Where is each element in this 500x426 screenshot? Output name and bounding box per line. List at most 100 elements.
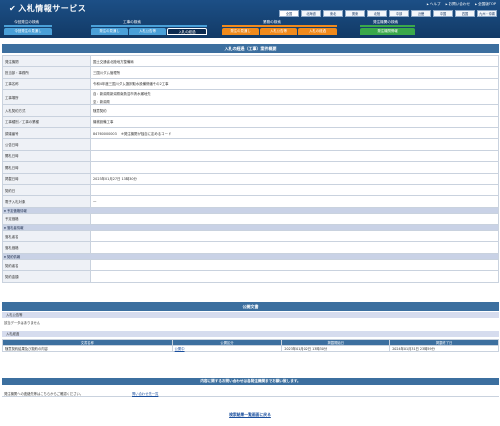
code-number: 84760000003 xyxy=(93,131,117,136)
back-row: 検索結果一覧画面に戻る xyxy=(0,412,500,418)
price-label: 予定価格 xyxy=(2,212,91,226)
place-label: 工事場所 xyxy=(2,89,91,106)
tab-construction-notice[interactable]: 入札公告等 xyxy=(129,28,166,35)
table-row: 工事場所 自：新潟県新潟県南魚沼市清水瀬地先 至：新潟県 xyxy=(2,89,499,106)
region-shikoku[interactable]: 四国 xyxy=(455,10,475,17)
table-row: 開札日時 xyxy=(2,149,499,163)
region-tohoku[interactable]: 東北 xyxy=(323,10,343,17)
table-row: 工事種別／工事の業種 機械設備工事 xyxy=(2,115,499,128)
project-name-label: 工事名称 xyxy=(2,77,91,91)
table-row: 発注機関 国土交通省北陸地方整備局 xyxy=(2,54,499,68)
tab-consulting-notice[interactable]: 入札公告等 xyxy=(260,28,297,35)
region-selector: 全国 北海道 東北 関東 北陸 中部 近畿 中国 四国 九州・沖縄 xyxy=(279,10,497,17)
method-label: 入札契約方式 xyxy=(2,104,91,117)
open-date-value xyxy=(90,161,499,174)
table-row: 予定価格 xyxy=(2,212,499,226)
tab-construction-outlook[interactable]: 発注の見通し xyxy=(91,28,128,35)
winner-name-label: 落札者名 xyxy=(2,230,91,243)
tab-construction-result[interactable]: 入札の経過 xyxy=(167,28,207,35)
table-row: 落札者名 xyxy=(2,230,499,243)
region-kanto[interactable]: 関東 xyxy=(345,10,365,17)
e-bid-label: 電子入札対象 xyxy=(2,195,91,208)
result-section-heading: 入札経過 xyxy=(2,331,499,337)
office-value: 三国川ダム管理所 xyxy=(90,66,499,79)
category-bar-consulting xyxy=(222,25,337,27)
docs-table: 文書名称 公開区分 掲載開始日 掲載終了日 随意契約結果及び契約の内容 公開中 … xyxy=(2,339,499,352)
detail-table: 発注機関 国土交通省北陸地方整備局 担当部・事務所 三国川ダム管理所 工事名称 令和4… xyxy=(2,54,499,283)
table-row: 工事名称 令和4年度三国川ダム選択取水設備修繕その2工事 xyxy=(2,77,499,91)
region-chubu[interactable]: 中部 xyxy=(389,10,409,17)
contractor-label: 契約者名 xyxy=(2,258,91,272)
winner-price-label: 落札価格 xyxy=(2,241,91,254)
winner-price-value xyxy=(90,241,499,254)
region-kinki[interactable]: 近畿 xyxy=(411,10,431,17)
publish-date-label: 掲載日時 xyxy=(2,172,91,185)
project-name-value: 令和4年度三国川ダム選択取水設備修繕その2工事 xyxy=(90,77,499,91)
code-value: 84760000003 ※発注機関が独自に定めるコード xyxy=(90,126,499,140)
docs-heading: 公開文書 xyxy=(2,302,499,311)
tab-consulting-outlook[interactable]: 発注の見通し xyxy=(222,28,259,35)
top-links: ヘルプ お問い合わせ 全国版TOP xyxy=(427,2,496,7)
tab-consulting-result[interactable]: 入札の経過 xyxy=(298,28,337,35)
type-label: 工事種別／工事の業種 xyxy=(2,115,91,128)
contract-date-value xyxy=(90,183,499,197)
inquiry-link[interactable]: お問い合わせ xyxy=(446,2,471,7)
place-value: 自：新潟県新潟県南魚沼市清水瀬地先 至：新潟県 xyxy=(90,89,499,106)
site-logo[interactable]: ✔ 入札情報サービス xyxy=(9,3,86,14)
table-row: 調達番号 84760000003 ※発注機関が独自に定めるコード xyxy=(2,126,499,140)
table-row: 入札契約方式 随意契約 xyxy=(2,104,499,117)
table-row: 随意契約結果及び契約の内容 公開中 2023年01月02日 13時30分 202… xyxy=(2,345,499,352)
contact-row: 発注機関への連絡先等はこちらからご確認ください。 問い合わせ先一覧 xyxy=(2,389,499,397)
notice-section-heading: 入札公告等 xyxy=(2,312,499,318)
detail-heading: 入札の経過（工事）案件概要 xyxy=(2,44,499,53)
table-row: 公告日時 xyxy=(2,138,499,151)
category-bar-orderer xyxy=(360,25,415,27)
method-value: 随意契約 xyxy=(90,104,499,117)
contact-text: 発注機関への連絡先等はこちらからご確認ください。 xyxy=(4,392,84,396)
doc-start: 2023年01月02日 13時30分 xyxy=(281,345,391,352)
public-date-label: 公告日時 xyxy=(2,138,91,151)
help-link[interactable]: ヘルプ xyxy=(427,2,441,7)
category-bar-construction xyxy=(91,25,207,27)
price-value xyxy=(90,212,499,226)
bid-date-value xyxy=(90,149,499,163)
table-row: 掲載日時 2023年01月27日 13時30分 xyxy=(2,172,499,185)
region-kyushu[interactable]: 九州・沖縄 xyxy=(477,10,497,17)
contact-heading: 内容に関するお問い合わせは各発注機関までお願い致します。 xyxy=(2,378,499,385)
e-bid-value: 一 xyxy=(90,195,499,208)
back-to-results-link[interactable]: 検索結果一覧画面に戻る xyxy=(229,412,271,417)
table-row: 落札価格 xyxy=(2,241,499,254)
region-hokuriku[interactable]: 北陸 xyxy=(367,10,387,17)
place-from: 自：新潟県新潟県南魚沼市清水瀬地先 xyxy=(93,91,151,96)
bid-date-label: 開札日時 xyxy=(2,149,91,163)
doc-open-link[interactable]: 公開中 xyxy=(175,347,185,351)
tab-current-outlook[interactable]: 今回発注の見通し xyxy=(4,28,52,35)
amount-value xyxy=(90,270,499,283)
open-date-label: 開札日時 xyxy=(2,161,91,174)
winner-name-value xyxy=(90,230,499,243)
table-row: 契約日 xyxy=(2,183,499,197)
site-header: ✔入札情報サービス ヘルプ お問い合わせ 全国版TOP 全国 北海道 東北 関東… xyxy=(0,0,500,38)
table-row: 担当部・事務所 三国川ダム管理所 xyxy=(2,66,499,79)
doc-name: 随意契約結果及び契約の内容 xyxy=(2,345,173,352)
place-to: 至：新潟県 xyxy=(93,99,110,104)
tab-orderer-info[interactable]: 発注機関情報 xyxy=(360,28,415,35)
national-top-link[interactable]: 全国版TOP xyxy=(475,2,496,7)
publish-date-value: 2023年01月27日 13時30分 xyxy=(90,172,499,185)
site-title: 入札情報サービス xyxy=(18,4,87,13)
region-all[interactable]: 全国 xyxy=(279,10,299,17)
table-row: 契約者名 xyxy=(2,258,499,272)
agency-label: 発注機関 xyxy=(2,54,91,68)
checkmark-icon: ✔ xyxy=(9,4,17,13)
region-hokkaido[interactable]: 北海道 xyxy=(301,10,321,17)
code-note: ※発注機関が独自に定めるコード xyxy=(121,131,172,136)
contract-date-label: 契約日 xyxy=(2,183,91,197)
table-row: 電子入札対象一 xyxy=(2,195,499,208)
public-date-value xyxy=(90,138,499,151)
contact-list-link[interactable]: 問い合わせ先一覧 xyxy=(132,391,158,396)
category-bar-subscriber xyxy=(4,25,52,27)
contractor-value xyxy=(90,258,499,272)
table-row: 開札日時 xyxy=(2,161,499,174)
region-chugoku[interactable]: 中国 xyxy=(433,10,453,17)
notice-empty-text: 該当データはありません xyxy=(4,321,41,325)
